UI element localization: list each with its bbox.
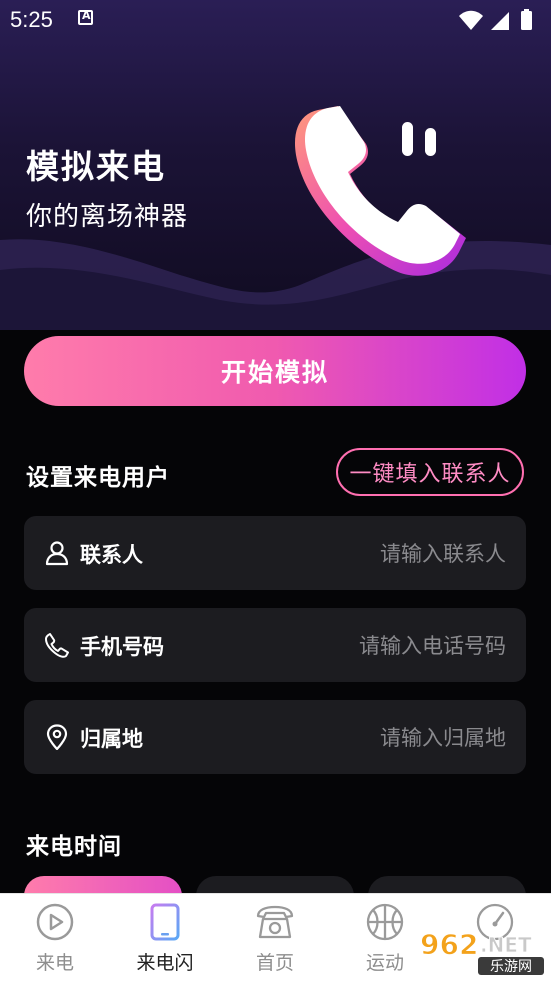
a-icon: A xyxy=(78,9,93,25)
svg-text:.NET: .NET xyxy=(480,933,532,957)
play-circle-icon xyxy=(36,903,74,941)
phone-label: 手机号码 xyxy=(80,635,164,659)
status-icons xyxy=(459,9,532,30)
nav-label-call: 来电 xyxy=(35,952,74,974)
nav-item-call-flash[interactable]: 来电闪 xyxy=(110,894,220,981)
wifi-icon xyxy=(459,10,483,30)
location-label: 归属地 xyxy=(80,727,143,751)
contact-label: 联系人 xyxy=(80,543,143,567)
start-simulation-button[interactable]: 开始模拟 xyxy=(24,336,526,406)
nav-item-home[interactable]: 首页 xyxy=(220,894,330,981)
location-pin-icon xyxy=(46,724,68,750)
person-icon xyxy=(45,541,69,566)
nav-item-call[interactable]: 来电 xyxy=(0,894,110,981)
status-bar: 5:25 A xyxy=(0,0,551,40)
phone-field[interactable]: 手机号码 xyxy=(24,608,526,682)
hero-subtitle: 你的离场神器 xyxy=(26,202,189,232)
svg-text:962: 962 xyxy=(420,928,478,961)
battery-icon xyxy=(521,11,532,30)
phone-input[interactable] xyxy=(244,626,508,666)
phone-illustration-icon xyxy=(294,106,466,276)
caller-section-title: 设置来电用户 xyxy=(26,465,170,491)
status-time: 5:25 xyxy=(10,7,53,32)
basketball-icon xyxy=(366,903,404,941)
svg-text:乐游网: 乐游网 xyxy=(490,959,532,975)
hero-banner: 模拟来电 你的离场神器 xyxy=(0,0,551,330)
fill-contact-button[interactable]: 一键填入联系人 xyxy=(336,448,524,496)
location-input[interactable] xyxy=(244,718,508,758)
watermark-logo: 962 .NET 乐游网 xyxy=(420,928,544,975)
signal-icon xyxy=(491,12,509,30)
rotary-phone-icon xyxy=(256,905,294,939)
nav-label-call-flash: 来电闪 xyxy=(136,952,194,974)
phone-icon xyxy=(45,633,69,658)
app-screen: 模拟来电 你的离场神器 5:25 A 开始模拟 设置来电用户 一键填入联系人 联… xyxy=(0,0,551,981)
phone-frame-icon xyxy=(150,903,180,941)
contact-field[interactable]: 联系人 xyxy=(24,516,526,590)
contact-input[interactable] xyxy=(244,534,508,574)
hero-title: 模拟来电 xyxy=(26,147,166,186)
location-field[interactable]: 归属地 xyxy=(24,700,526,774)
time-section-title: 来电时间 xyxy=(26,834,122,860)
nav-label-home: 首页 xyxy=(255,952,294,974)
